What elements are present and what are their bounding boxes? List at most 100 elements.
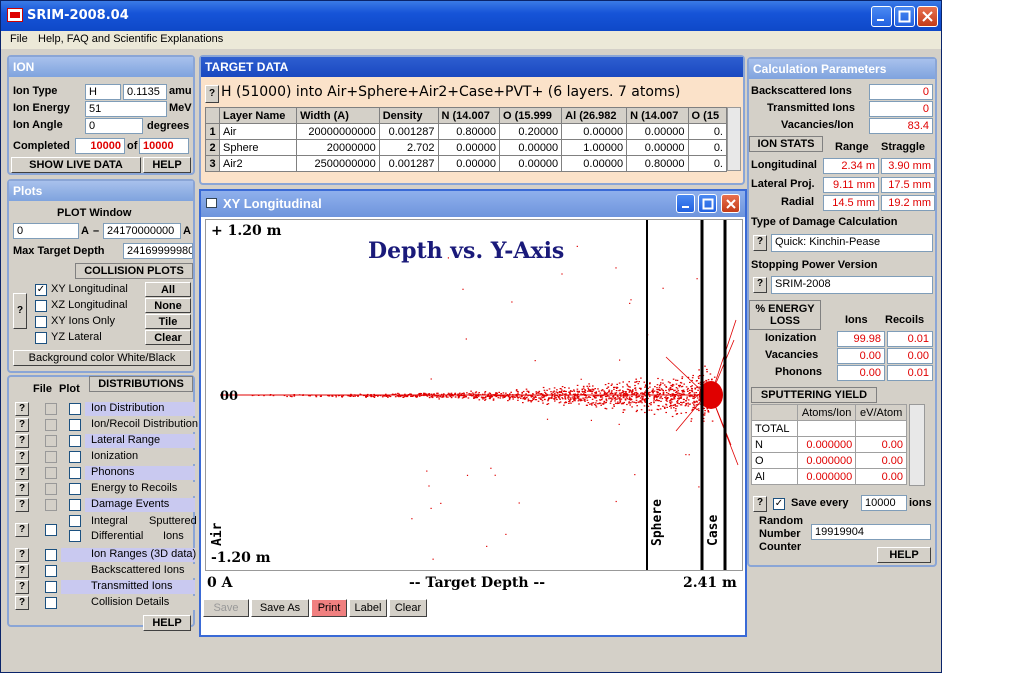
save-button[interactable]: Save (203, 599, 249, 617)
layer-name-cell[interactable]: Air2 (218, 155, 298, 172)
ion-mass-field[interactable]: 0.1135 (123, 84, 167, 100)
differential-plot-checkbox[interactable] (69, 530, 81, 542)
layer-value-cell[interactable]: 0. (687, 123, 728, 140)
yz-lateral-checkbox[interactable] (35, 332, 47, 344)
menu-file[interactable]: File (10, 33, 28, 45)
all-button[interactable]: All (145, 282, 191, 297)
distribution-label[interactable]: Lateral Range (91, 434, 160, 446)
distribution-plot-checkbox[interactable] (69, 483, 81, 495)
layer-value-cell[interactable]: 20000000 (296, 139, 380, 156)
distribution-label[interactable]: Ionization (91, 450, 138, 462)
ion-type-field[interactable]: H (85, 84, 121, 100)
layer-value-cell[interactable]: 0.00000 (626, 139, 689, 156)
distribution-help-button[interactable]: ? (15, 466, 29, 480)
plot-from-field[interactable]: 0 (13, 223, 79, 239)
save-every-checkbox[interactable]: ✓ (773, 498, 785, 510)
layer-value-cell[interactable]: 0.00000 (626, 123, 689, 140)
stopping-power-select[interactable]: SRIM-2008 (771, 276, 933, 294)
maximize-button[interactable] (894, 6, 915, 27)
column-header[interactable]: Layer Name (218, 107, 298, 124)
distribution-help-button[interactable]: ? (15, 418, 29, 432)
plot-close-button[interactable] (721, 194, 740, 213)
distribution-help-button[interactable]: ? (15, 498, 29, 512)
distribution-file-checkbox[interactable] (45, 565, 57, 577)
distribution-help-button[interactable]: ? (15, 596, 29, 610)
distribution-label[interactable]: Backscattered Ions (91, 564, 185, 576)
integral-plot-checkbox[interactable] (69, 515, 81, 527)
background-color-button[interactable]: Background color White/Black (13, 350, 191, 366)
distribution-file-checkbox[interactable] (45, 483, 57, 495)
xy-plot-area[interactable]: + 1.20 m -1.20 m 00 Depth vs. Y-Axis Air… (205, 219, 743, 571)
distribution-help-button[interactable]: ? (15, 580, 29, 594)
distribution-label[interactable]: Transmitted Ions (91, 580, 173, 592)
layer-value-cell[interactable]: 0.80000 (437, 123, 501, 140)
ion-energy-field[interactable]: 51 (85, 101, 167, 117)
layer-name-cell[interactable]: Sphere (218, 139, 298, 156)
integral-file-checkbox[interactable] (45, 524, 57, 536)
layer-value-cell[interactable]: 0.001287 (378, 155, 439, 172)
table-row[interactable]: 2 Sphere 20000000 2.702 0.00000 0.00000 1.0000… (205, 139, 728, 156)
layer-value-cell[interactable]: 0. (687, 155, 728, 172)
distribution-help-button[interactable]: ? (15, 434, 29, 448)
distribution-file-checkbox[interactable] (45, 499, 57, 511)
distribution-file-checkbox[interactable] (45, 549, 57, 561)
table-row[interactable]: 3 Air2 2500000000 0.001287 0.00000 0.00000 0.0… (205, 155, 728, 172)
layer-name-cell[interactable]: Air (218, 123, 298, 140)
plot-window-title[interactable]: XY Longitudinal (201, 191, 745, 217)
distribution-file-checkbox[interactable] (45, 597, 57, 609)
layer-value-cell[interactable]: 0.00000 (437, 139, 501, 156)
distributions-help-button[interactable]: HELP (143, 615, 191, 631)
distribution-file-checkbox[interactable] (45, 403, 57, 415)
calc-help-button[interactable]: HELP (877, 547, 931, 563)
distribution-label[interactable]: Damage Events (91, 498, 169, 510)
layer-value-cell[interactable]: 0.001287 (378, 123, 439, 140)
clear-button[interactable]: Clear (145, 330, 191, 345)
close-button[interactable] (917, 6, 938, 27)
distribution-plot-checkbox[interactable] (69, 403, 81, 415)
target-layers-table[interactable]: Layer Name Width (A) Density N (14.007 O (15… (205, 107, 728, 172)
layer-value-cell[interactable]: 0.00000 (498, 139, 563, 156)
distribution-help-button[interactable]: ? (15, 482, 29, 496)
distribution-plot-checkbox[interactable] (69, 451, 81, 463)
ion-help-button[interactable]: HELP (143, 157, 191, 173)
column-header[interactable]: O (15.999 (498, 107, 563, 124)
tile-button[interactable]: Tile (145, 314, 191, 329)
plot-to-field[interactable]: 24170000000 (103, 223, 181, 239)
save-every-field[interactable]: 10000 (861, 495, 907, 511)
plot-minimize-button[interactable] (676, 194, 695, 213)
column-header[interactable]: Density (378, 107, 439, 124)
table-row[interactable]: 1 Air 20000000000 0.001287 0.80000 0.20000 0.0… (205, 123, 728, 140)
distribution-label[interactable]: Ion/Recoil Distribution (91, 418, 198, 430)
collision-help-button[interactable]: ? (13, 293, 27, 329)
layer-value-cell[interactable]: 20000000000 (296, 123, 380, 140)
distribution-label[interactable]: Phonons (91, 466, 134, 478)
show-live-data-button[interactable]: SHOW LIVE DATA (11, 157, 141, 173)
save-every-help-button[interactable]: ? (753, 496, 767, 512)
distribution-label[interactable]: Collision Details (91, 596, 169, 608)
column-header[interactable]: O (15 (687, 107, 728, 124)
xy-longitudinal-checkbox[interactable]: ✓ (35, 284, 47, 296)
distribution-file-checkbox[interactable] (45, 581, 57, 593)
layer-value-cell[interactable]: 0.80000 (626, 155, 689, 172)
distribution-file-checkbox[interactable] (45, 419, 57, 431)
distribution-label[interactable]: Energy to Recoils (91, 482, 177, 494)
plot-maximize-button[interactable] (698, 194, 717, 213)
layer-value-cell[interactable]: 2500000000 (296, 155, 380, 172)
column-header[interactable]: N (14.007 (437, 107, 501, 124)
menu-help[interactable]: Help, FAQ and Scientific Explanations (38, 33, 223, 45)
layer-value-cell[interactable]: 0.00000 (561, 123, 628, 140)
distribution-plot-checkbox[interactable] (69, 435, 81, 447)
damage-help-button[interactable]: ? (753, 235, 767, 251)
distribution-help-button[interactable]: ? (15, 402, 29, 416)
stopping-help-button[interactable]: ? (753, 277, 767, 293)
distribution-label[interactable]: Ion Distribution (91, 402, 164, 414)
distribution-plot-checkbox[interactable] (69, 419, 81, 431)
total-ions-field[interactable]: 10000 (139, 138, 189, 154)
layer-value-cell[interactable]: 0.00000 (561, 155, 628, 172)
random-number-field[interactable]: 19919904 (811, 524, 931, 540)
title-bar[interactable]: SRIM-2008.04 (1, 1, 941, 31)
layer-value-cell[interactable]: 0.20000 (498, 123, 563, 140)
distribution-file-checkbox[interactable] (45, 435, 57, 447)
label-button[interactable]: Label (349, 599, 387, 617)
minimize-button[interactable] (871, 6, 892, 27)
